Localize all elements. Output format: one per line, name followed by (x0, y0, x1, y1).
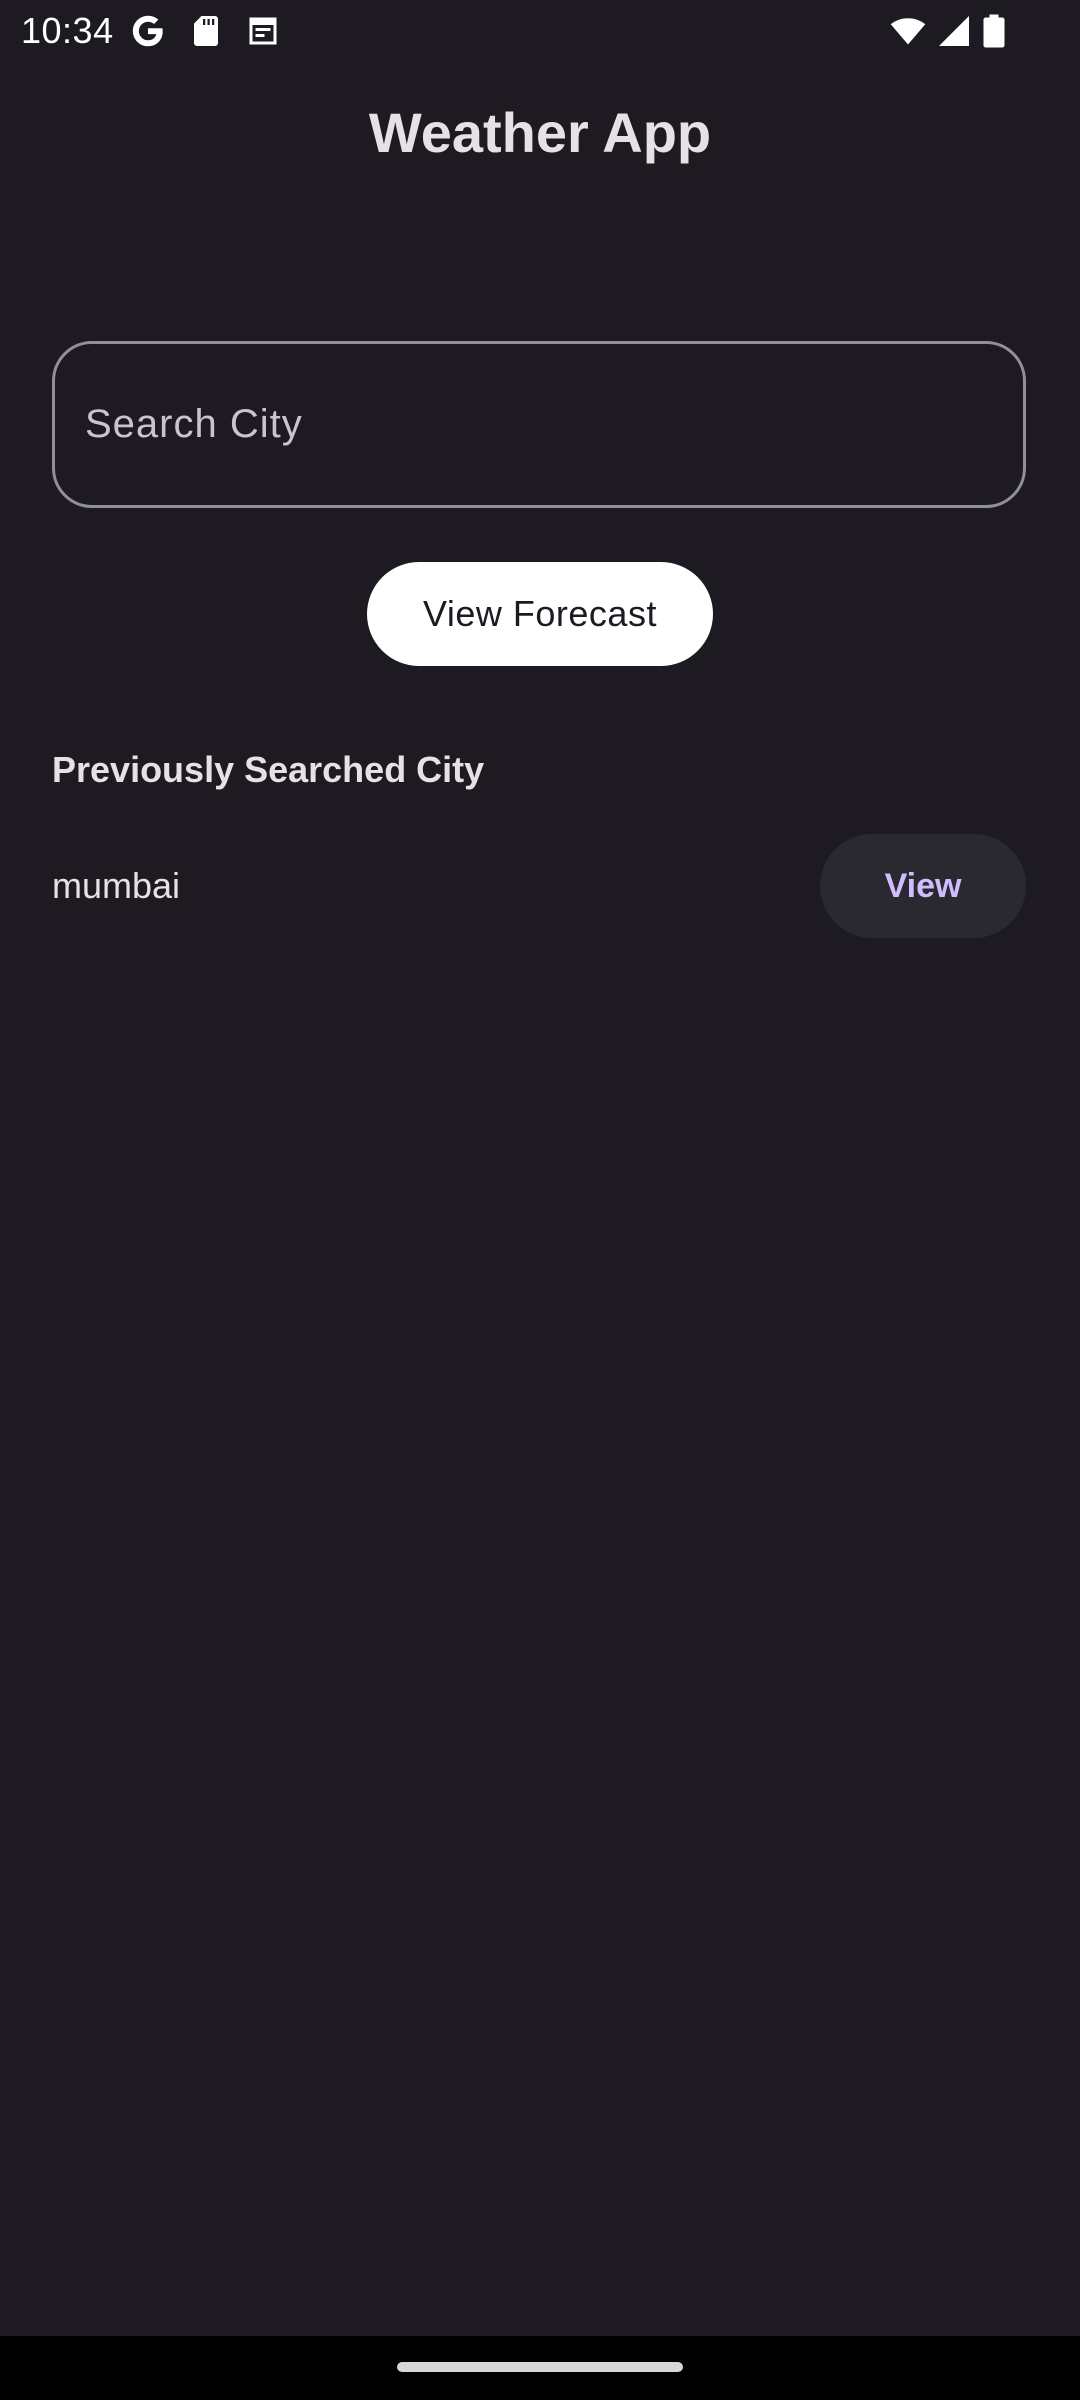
view-city-button[interactable]: View (820, 834, 1026, 938)
cellular-signal-icon (936, 13, 972, 49)
search-city-field[interactable] (52, 341, 1026, 508)
calendar-icon (245, 13, 281, 49)
home-gesture-handle[interactable] (397, 2362, 683, 2372)
status-bar: 10:34 (0, 0, 1080, 62)
weather-app-screen: 10:34 Weather App View Forecast Previous… (0, 0, 1080, 2400)
status-time: 10:34 (21, 10, 114, 51)
app-title: Weather App (368, 101, 712, 164)
search-city-input[interactable] (85, 344, 995, 505)
history-city-name: mumbai (52, 865, 181, 906)
google-icon (130, 13, 166, 49)
navigation-bar (0, 2336, 1080, 2400)
battery-icon (980, 13, 1008, 49)
view-forecast-button[interactable]: View Forecast (367, 562, 713, 666)
sd-card-icon (188, 13, 224, 49)
wifi-icon (890, 13, 926, 49)
history-list-item: mumbai View (52, 834, 1026, 938)
previously-searched-heading: Previously Searched City (52, 749, 485, 790)
